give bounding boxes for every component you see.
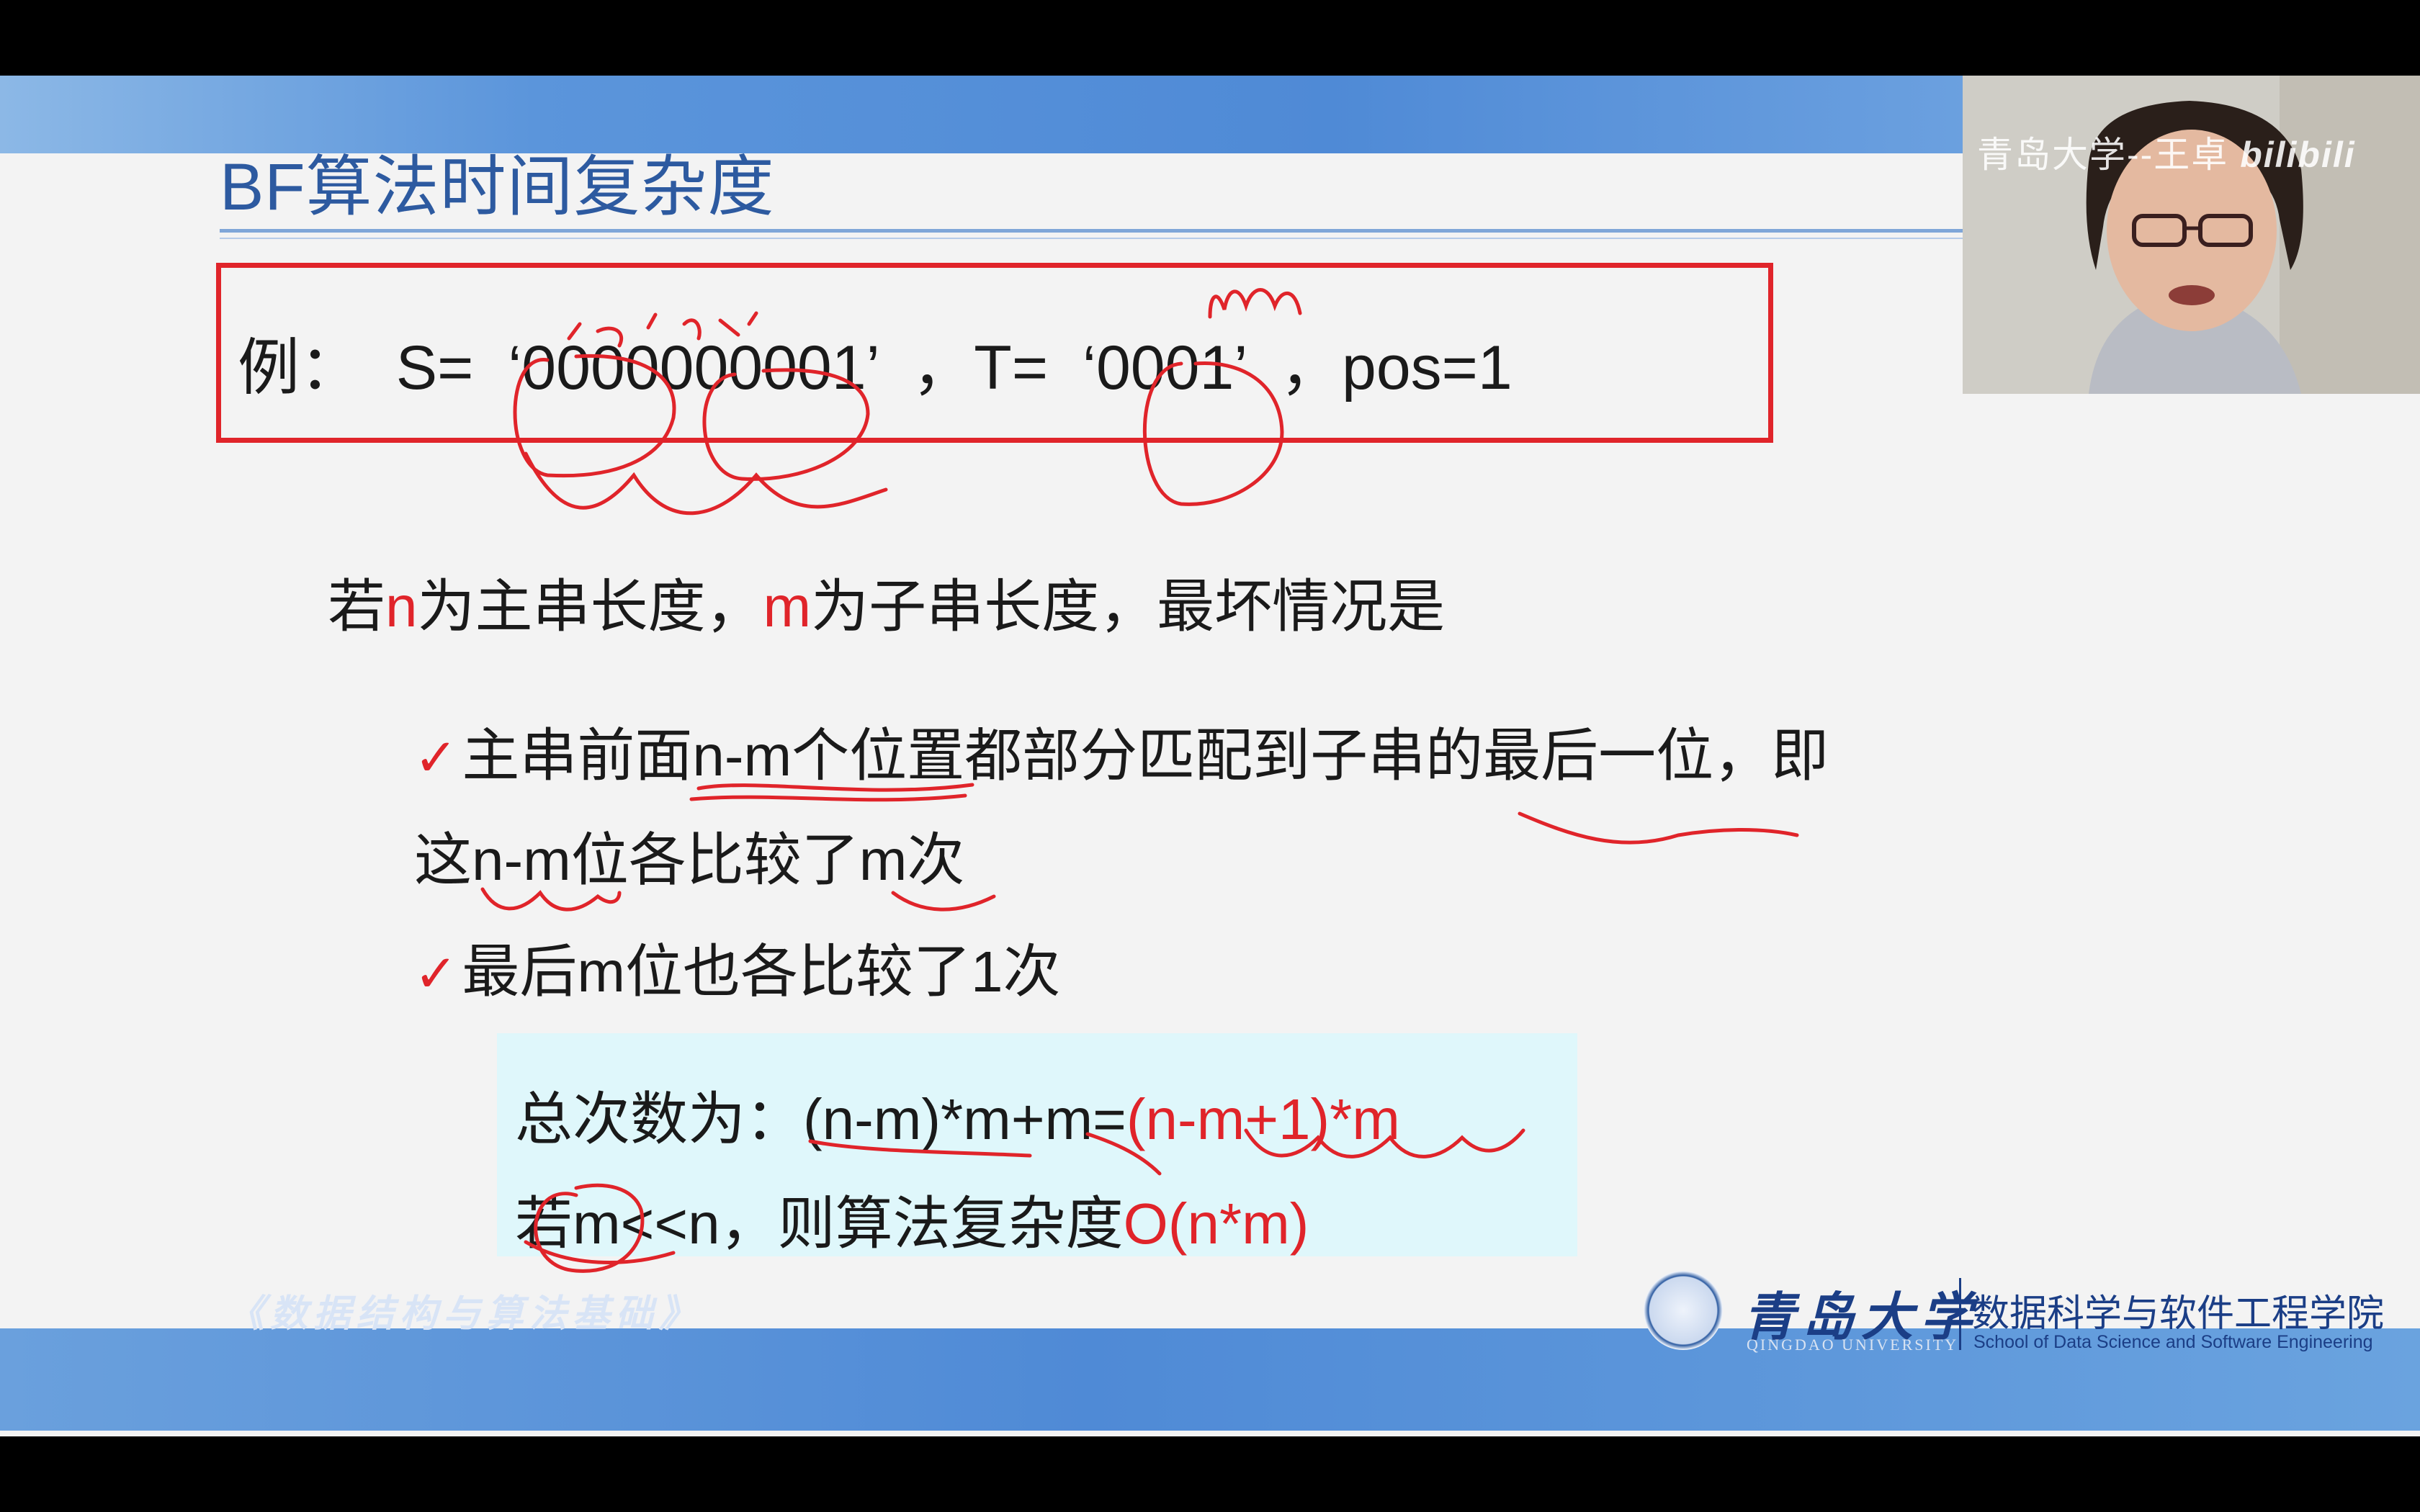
ink-underline-formula (808, 1132, 1162, 1176)
handwritten-annotations (480, 288, 1799, 1273)
ink-m-annotation (1208, 288, 1302, 319)
ink-underline-m (891, 891, 996, 912)
ink-underline-nm-2 (689, 793, 967, 802)
ink-circle-s-middle (702, 368, 870, 481)
ink-circle-m (534, 1183, 645, 1273)
ink-circle-t (1142, 361, 1284, 506)
ink-squiggle-s (524, 451, 888, 516)
ink-underline-last (1518, 811, 1799, 845)
ink-underline-nm-line2 (480, 887, 622, 912)
ink-underline-nm (696, 783, 974, 792)
ink-squiggle-result (1244, 1128, 1525, 1158)
ink-marks-top (567, 311, 758, 348)
ink-circle-s-prefix (513, 354, 676, 478)
